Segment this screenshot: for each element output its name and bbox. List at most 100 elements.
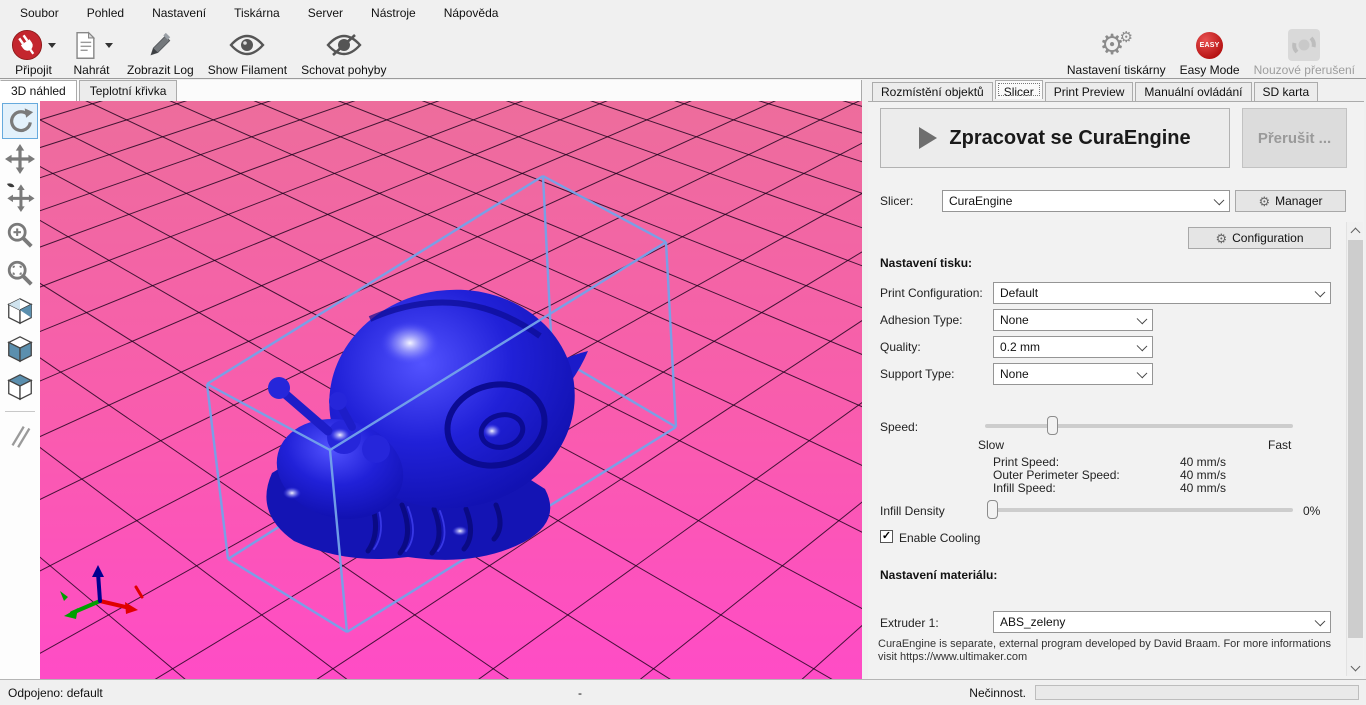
play-icon: [919, 127, 937, 149]
menubar: Soubor Pohled Nastavení Tiskárna Server …: [0, 0, 1366, 25]
right-panel: Rozmístění objektů Slicer Print Preview …: [866, 80, 1366, 679]
cube-iso-icon: [5, 296, 35, 326]
emergency-stop-icon: [1288, 29, 1320, 61]
configuration-gear-icon: ⚙: [1215, 232, 1227, 245]
emergency-stop-button: Nouzové přerušení: [1247, 25, 1362, 77]
panel-scrollbar[interactable]: [1346, 222, 1363, 676]
infill-density-slider[interactable]: [987, 508, 1293, 512]
printer-settings-button[interactable]: ⚙ ⚙ Nastavení tiskárny: [1060, 25, 1173, 77]
menu-printer[interactable]: Tiskárna: [220, 2, 294, 24]
connection-status: Odpojeno: default: [8, 686, 103, 700]
toolbar: Připojit Nahrát: [0, 25, 1366, 79]
speed-slider-thumb[interactable]: [1047, 416, 1058, 435]
viewport-tool-column: [0, 101, 40, 679]
document-icon: [70, 29, 100, 61]
enable-cooling-checkbox[interactable]: ✓: [880, 530, 893, 543]
tab-object-placement[interactable]: Rozmístění objektů: [872, 82, 993, 101]
infill-density-value: 0%: [1303, 504, 1320, 518]
infill-speed-value: 40 mm/s: [1180, 481, 1226, 495]
print-bed-3d-viewport[interactable]: [40, 101, 862, 679]
view-front-button[interactable]: [2, 331, 38, 367]
infill-speed-label: Infill Speed:: [993, 481, 1056, 495]
extruder-1-value: ABS_zeleny: [1000, 615, 1065, 629]
view-tabs: 3D náhled Teplotní křivka: [0, 80, 179, 101]
scroll-down-button[interactable]: [1347, 659, 1364, 676]
menu-file[interactable]: Soubor: [6, 2, 73, 24]
menu-server[interactable]: Server: [294, 2, 357, 24]
kill-slicing-button: Přerušit ...: [1242, 108, 1347, 168]
speed-label: Speed:: [880, 420, 918, 434]
zoom-fit-tool[interactable]: [2, 255, 38, 291]
print-configuration-select[interactable]: Default: [993, 282, 1331, 304]
extruder-1-select[interactable]: ABS_zeleny: [993, 611, 1331, 633]
support-type-select[interactable]: None: [993, 363, 1153, 385]
menu-config[interactable]: Nastavení: [138, 2, 220, 24]
tab-sd-card[interactable]: SD karta: [1254, 82, 1319, 101]
axis-gizmo: [60, 565, 142, 619]
move-object-tool[interactable]: [2, 179, 38, 215]
manager-button[interactable]: ⚙ Manager: [1235, 190, 1346, 212]
scrollbar-thumb[interactable]: [1348, 240, 1363, 638]
tab-slicer[interactable]: Slicer: [995, 80, 1043, 99]
workarea: 3D náhled Teplotní křivka: [0, 80, 1366, 679]
zoom-in-tool[interactable]: [2, 217, 38, 253]
connect-button[interactable]: Připojit: [4, 25, 63, 77]
connect-dropdown-arrow[interactable]: [48, 43, 56, 48]
slicer-label: Slicer:: [880, 194, 913, 208]
show-filament-label: Show Filament: [208, 63, 287, 77]
rotate-view-tool[interactable]: [2, 103, 38, 139]
outer-perimeter-speed-label: Outer Perimeter Speed:: [993, 468, 1120, 482]
load-label: Nahrát: [73, 63, 109, 77]
outer-perimeter-speed-value: 40 mm/s: [1180, 468, 1226, 482]
move-object-icon: [5, 182, 35, 212]
parallel-projection-toggle[interactable]: [2, 418, 38, 454]
view-top-button[interactable]: [2, 369, 38, 405]
view-isometric-button[interactable]: [2, 293, 38, 329]
adhesion-type-value: None: [1000, 313, 1029, 327]
printer-settings-label: Nastavení tiskárny: [1067, 63, 1166, 77]
print-configuration-value: Default: [1000, 286, 1038, 300]
slice-button[interactable]: Zpracovat se CuraEngine: [880, 108, 1230, 168]
toolbar-left-group: Připojit Nahrát: [0, 25, 393, 77]
move-view-tool[interactable]: [2, 141, 38, 177]
tab-3d-preview[interactable]: 3D náhled: [0, 80, 77, 101]
hide-travel-button[interactable]: Schovat pohyby: [294, 25, 393, 77]
statusbar: Odpojeno: default - Nečinnost.: [0, 679, 1366, 705]
curaengine-footer-note: CuraEngine is separate, external program…: [878, 638, 1340, 664]
speed-slider[interactable]: [985, 424, 1293, 428]
zoom-fit-icon: [5, 258, 35, 288]
configuration-button-label: Configuration: [1232, 231, 1303, 245]
print-speed-label: Print Speed:: [993, 455, 1059, 469]
support-type-label: Support Type:: [880, 367, 955, 381]
load-button[interactable]: Nahrát: [63, 25, 120, 77]
quality-select[interactable]: 0.2 mm: [993, 336, 1153, 358]
menu-view[interactable]: Pohled: [73, 2, 138, 24]
tab-print-preview[interactable]: Print Preview: [1045, 82, 1134, 101]
eye-icon: [229, 33, 265, 57]
progress-bar: [1035, 685, 1359, 700]
rotate-icon: [5, 106, 35, 136]
show-filament-button[interactable]: Show Filament: [201, 25, 294, 77]
manager-button-label: Manager: [1275, 194, 1322, 208]
printer-activity-status: Nečinnost.: [969, 686, 1026, 700]
chevron-down-icon: [1137, 314, 1148, 325]
material-settings-heading: Nastavení materiálu:: [880, 568, 997, 582]
tab-temperature-curve[interactable]: Teplotní křivka: [79, 80, 178, 101]
chevron-down-icon: [1137, 341, 1148, 352]
quality-value: 0.2 mm: [1000, 340, 1040, 354]
show-log-button[interactable]: Zobrazit Log: [120, 25, 201, 77]
slicer-select[interactable]: CuraEngine: [942, 190, 1230, 212]
tab-manual-control[interactable]: Manuální ovládání: [1135, 82, 1251, 101]
load-dropdown-arrow[interactable]: [105, 43, 113, 48]
menu-tools[interactable]: Nástroje: [357, 2, 430, 24]
chevron-down-icon: [1214, 195, 1225, 206]
quality-label: Quality:: [880, 340, 921, 354]
scroll-up-button[interactable]: [1347, 222, 1364, 239]
adhesion-type-select[interactable]: None: [993, 309, 1153, 331]
cube-front-icon: [5, 334, 35, 364]
easy-mode-button[interactable]: EASY Easy Mode: [1173, 25, 1247, 77]
print-configuration-label: Print Configuration:: [880, 286, 983, 300]
menu-help[interactable]: Nápověda: [430, 2, 513, 24]
infill-density-slider-thumb[interactable]: [987, 500, 998, 519]
configuration-button[interactable]: ⚙ Configuration: [1188, 227, 1331, 249]
